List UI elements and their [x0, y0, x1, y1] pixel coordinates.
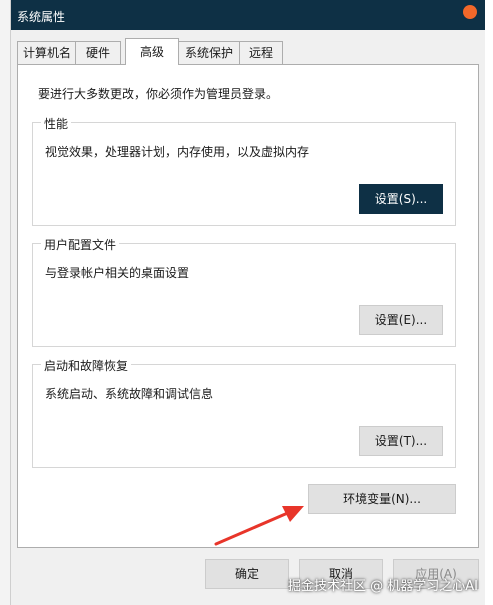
- watermark: 掘金技术社区 @ 机器学习之心AI: [288, 579, 478, 594]
- performance-group: 性能 视觉效果，处理器计划，内存使用，以及虚拟内存 设置(S)...: [32, 115, 456, 226]
- tab-advanced[interactable]: 高级: [125, 38, 179, 65]
- admin-note: 要进行大多数更改，你必须作为管理员登录。: [38, 87, 279, 101]
- ok-button[interactable]: 确定: [205, 559, 289, 589]
- close-icon[interactable]: [463, 5, 477, 19]
- window-title: 系统属性: [17, 10, 66, 24]
- annotation-arrow-icon: [214, 506, 304, 546]
- tab-computer-name[interactable]: 计算机名: [17, 41, 77, 64]
- tab-system-protection[interactable]: 系统保护: [177, 41, 241, 64]
- tab-remote[interactable]: 远程: [239, 41, 283, 64]
- performance-title: 性能: [41, 115, 72, 132]
- performance-desc: 视觉效果，处理器计划，内存使用，以及虚拟内存: [45, 145, 310, 159]
- startup-desc: 系统启动、系统故障和调试信息: [45, 387, 214, 401]
- startup-title: 启动和故障恢复: [41, 357, 132, 374]
- tab-hardware[interactable]: 硬件: [75, 41, 121, 64]
- environment-variables-button[interactable]: 环境变量(N)...: [308, 484, 456, 514]
- startup-recovery-group: 启动和故障恢复 系统启动、系统故障和调试信息 设置(T)...: [32, 357, 456, 468]
- user-profiles-title: 用户配置文件: [41, 236, 120, 253]
- advanced-tab-panel: 要进行大多数更改，你必须作为管理员登录。 性能 视觉效果，处理器计划，内存使用，…: [17, 64, 479, 548]
- performance-settings-button[interactable]: 设置(S)...: [359, 184, 443, 214]
- user-profiles-desc: 与登录帐户相关的桌面设置: [45, 266, 190, 280]
- user-profiles-group: 用户配置文件 与登录帐户相关的桌面设置 设置(E)...: [32, 236, 456, 347]
- title-bar[interactable]: 系统属性: [11, 0, 485, 30]
- user-profiles-settings-button[interactable]: 设置(E)...: [359, 305, 443, 335]
- startup-settings-button[interactable]: 设置(T)...: [359, 426, 443, 456]
